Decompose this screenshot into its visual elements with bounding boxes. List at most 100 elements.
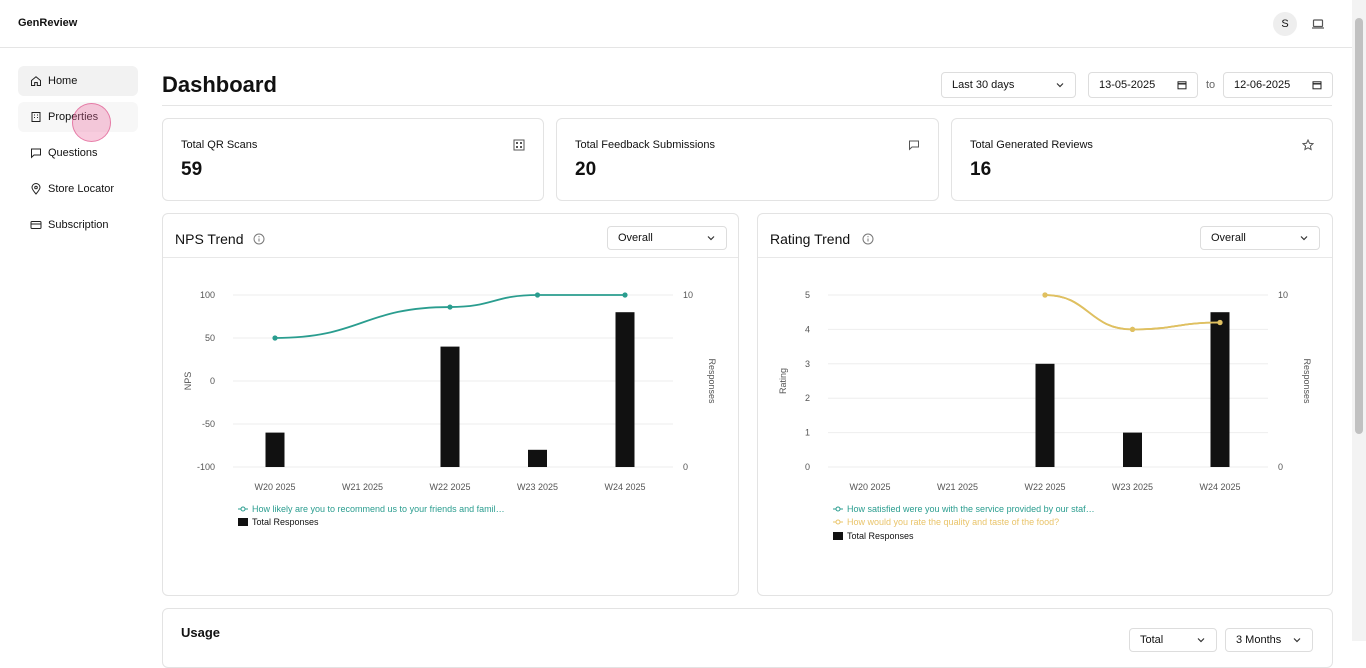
legend-marker — [238, 518, 248, 527]
stat-card-feedback: Total Feedback Submissions 20 — [556, 118, 939, 201]
data-point — [1217, 319, 1223, 326]
nps-trend-card: NPS Trend Overall 100 50 0 -50 -100 10 0 W20 20… — [162, 213, 739, 596]
chart-title: Rating Trend — [770, 231, 851, 247]
date-to-value: 12-06-2025 — [1234, 79, 1291, 91]
home-icon — [31, 76, 41, 86]
sidebar-item-label: Subscription — [48, 219, 109, 231]
y2-tick-label: 10 — [683, 290, 693, 300]
avatar[interactable]: S — [1273, 12, 1297, 36]
rating-filter-value: Overall — [1211, 232, 1246, 244]
sidebar-item-label: Home — [48, 75, 78, 87]
x-tick-label: W21 2025 — [937, 482, 978, 492]
usage-card: Usage Total 3 Months — [162, 608, 1333, 668]
date-range-select[interactable]: Last 30 days — [941, 72, 1076, 98]
data-point — [272, 335, 278, 341]
y2-axis-label: Responses — [1302, 358, 1312, 404]
qr-code-icon — [513, 139, 525, 151]
stat-label: Total QR Scans — [181, 139, 258, 151]
chart-header: Rating Trend Overall — [758, 214, 1332, 258]
scrollbar-thumb[interactable] — [1355, 18, 1363, 434]
y-tick-label: 1 — [805, 428, 810, 438]
y2-axis-label: Responses — [707, 358, 717, 404]
sidebar: Home Properties Questions Store Locator … — [18, 66, 138, 246]
x-tick-label: W23 2025 — [1112, 482, 1153, 492]
usage-type-value: Total — [1140, 634, 1164, 646]
date-to-input[interactable]: 12-06-2025 — [1223, 72, 1333, 98]
legend-item[interactable]: How satisfied were you with the service … — [833, 502, 1095, 516]
credit-card-icon — [30, 221, 42, 229]
y-axis-label: Rating — [778, 368, 788, 394]
stat-value: 59 — [181, 159, 203, 180]
sidebar-item-store-locator[interactable]: Store Locator — [18, 174, 138, 204]
data-point — [447, 304, 453, 310]
chevron-down-icon — [1300, 236, 1308, 241]
chevron-down-icon — [1197, 638, 1205, 643]
laptop-icon[interactable] — [1311, 17, 1325, 31]
usage-period-select[interactable]: 3 Months — [1225, 628, 1313, 652]
usage-type-select[interactable]: Total — [1129, 628, 1217, 652]
bar — [440, 346, 460, 467]
x-tick-label: W21 2025 — [342, 482, 383, 492]
date-from-input[interactable]: 13-05-2025 — [1088, 72, 1198, 98]
y2-tick-label: 10 — [1278, 290, 1288, 300]
star-icon — [1302, 139, 1314, 151]
y-tick-label: 100 — [200, 290, 215, 300]
legend-label: Total Responses — [847, 530, 914, 541]
legend-item[interactable]: How likely are you to recommend us to yo… — [238, 502, 505, 516]
divider — [162, 105, 1332, 106]
legend-label: How would you rate the quality and taste… — [847, 517, 1060, 528]
y2-tick-label: 0 — [683, 462, 688, 472]
rating-legend: How satisfied were you with the service … — [833, 502, 1095, 543]
sidebar-item-questions[interactable]: Questions — [18, 138, 138, 168]
stat-card-reviews: Total Generated Reviews 16 — [951, 118, 1333, 201]
legend-item[interactable]: How would you rate the quality and taste… — [833, 516, 1095, 530]
y-tick-label: 4 — [805, 324, 810, 334]
calendar-icon[interactable] — [1177, 80, 1187, 90]
legend-label: Total Responses — [252, 517, 319, 528]
rating-filter-select[interactable]: Overall — [1200, 226, 1320, 250]
bar — [1123, 432, 1142, 467]
nps-filter-value: Overall — [618, 232, 653, 244]
stat-value: 20 — [575, 159, 597, 180]
sidebar-item-subscription[interactable]: Subscription — [18, 210, 138, 240]
info-icon[interactable] — [253, 233, 265, 245]
legend-item[interactable]: Total Responses — [238, 516, 505, 530]
data-point — [534, 292, 541, 298]
message-square-icon — [31, 148, 41, 159]
x-tick-label: W20 2025 — [849, 482, 890, 492]
stat-label: Total Feedback Submissions — [575, 139, 716, 151]
sidebar-item-home[interactable]: Home — [18, 66, 138, 96]
calendar-icon[interactable] — [1312, 80, 1322, 90]
series-line — [274, 294, 625, 339]
y-tick-label: 0 — [210, 376, 215, 386]
info-icon[interactable] — [862, 233, 874, 245]
legend-label: How satisfied were you with the service … — [847, 503, 1095, 514]
chart-title: NPS Trend — [175, 231, 244, 247]
date-from-value: 13-05-2025 — [1099, 79, 1156, 91]
chart-header: NPS Trend Overall — [163, 214, 738, 258]
brand-logo[interactable]: GenReview — [18, 17, 77, 29]
map-pin-icon — [31, 183, 41, 195]
top-bar: GenReview S — [0, 0, 1352, 48]
y-tick-label: 3 — [805, 359, 810, 369]
x-tick-label: W20 2025 — [254, 482, 295, 492]
legend-marker — [833, 518, 843, 526]
data-point — [1042, 292, 1048, 298]
y-tick-label: -50 — [202, 419, 215, 429]
nps-filter-select[interactable]: Overall — [607, 226, 727, 250]
legend-item[interactable]: Total Responses — [833, 529, 1095, 543]
sidebar-item-label: Questions — [48, 147, 98, 159]
y2-tick-label: 0 — [1278, 462, 1283, 472]
legend-marker — [833, 505, 843, 513]
bar — [1035, 363, 1055, 467]
x-tick-label: W22 2025 — [429, 482, 470, 492]
x-tick-label: W24 2025 — [604, 482, 645, 492]
legend-marker — [833, 531, 843, 540]
y-tick-label: 2 — [805, 393, 810, 403]
message-icon — [909, 140, 919, 151]
chevron-down-icon — [707, 236, 715, 241]
rating-chart: 543210100W20 2025 W21 2025 W22 2025 W23 202… — [778, 290, 1312, 492]
page-scrollbar[interactable] — [1352, 0, 1366, 641]
stat-value: 16 — [970, 159, 992, 180]
bar — [265, 432, 285, 467]
